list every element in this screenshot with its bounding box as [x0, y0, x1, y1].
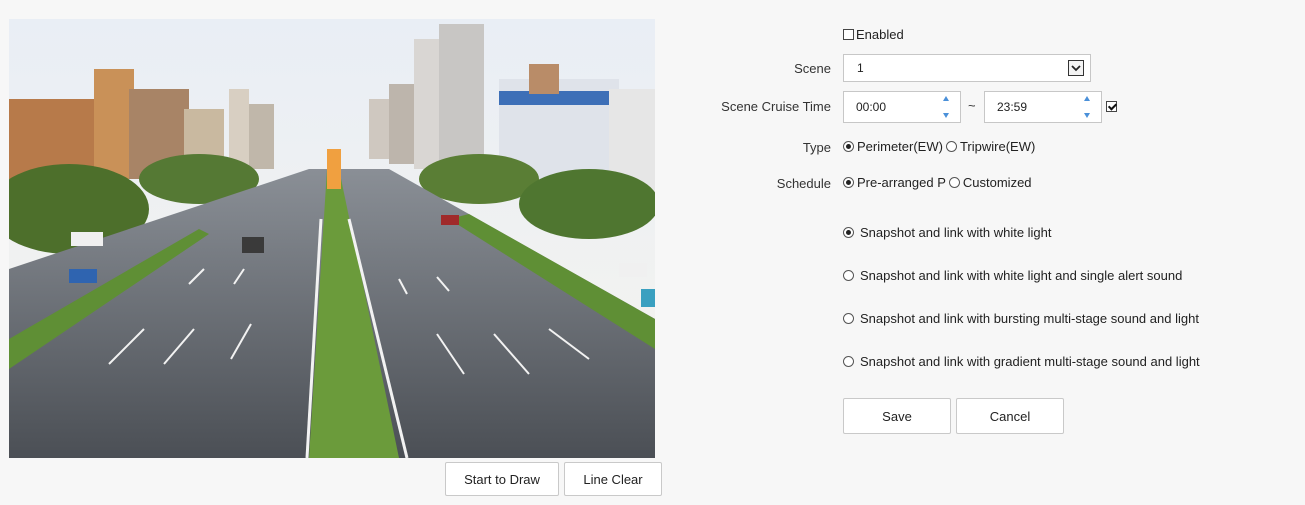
cancel-button[interactable]: Cancel [956, 398, 1064, 434]
linkage-radio-2[interactable] [843, 270, 854, 281]
cruise-time-label: Scene Cruise Time [721, 99, 831, 114]
schedule-options: Pre-arranged P Customized [843, 175, 1035, 190]
cruise-end-value: 23:59 [997, 100, 1028, 114]
linkage-option: Snapshot and link with bursting multi-st… [843, 311, 1202, 326]
schedule-option-label: Customized [962, 175, 1032, 190]
line-clear-button[interactable]: Line Clear [564, 462, 662, 496]
road-scene-image [9, 19, 655, 458]
linkage-option: Snapshot and link with gradient multi-st… [843, 354, 1203, 369]
spin-up-icon[interactable] [943, 96, 949, 101]
spin-down-icon[interactable] [943, 113, 949, 118]
linkage-option-label: Snapshot and link with white light [860, 225, 1052, 240]
enabled-label: Enabled [856, 27, 904, 42]
enabled-checkbox[interactable] [843, 29, 854, 40]
type-tripwire-radio[interactable] [945, 141, 957, 152]
time-spinner[interactable] [941, 96, 951, 118]
scene-select[interactable]: 1 [843, 54, 1091, 82]
schedule-option-label: Pre-arranged P [857, 175, 946, 190]
start-to-draw-button[interactable]: Start to Draw [445, 462, 559, 496]
linkage-option-label: Snapshot and link with white light and s… [860, 268, 1183, 283]
chevron-down-icon[interactable] [1068, 60, 1084, 76]
linkage-radio-4[interactable] [843, 356, 854, 367]
cruise-start-value: 00:00 [856, 100, 887, 114]
enabled-row: Enabled [843, 27, 904, 42]
type-label: Type [802, 140, 831, 155]
scene-value: 1 [857, 61, 864, 75]
schedule-prearranged-radio[interactable] [843, 177, 854, 188]
save-button[interactable]: Save [843, 398, 951, 434]
linkage-option: Snapshot and link with white light [843, 225, 1055, 240]
linkage-option-label: Snapshot and link with bursting multi-st… [860, 311, 1199, 326]
type-options: Perimeter(EW) Tripwire(EW) [843, 139, 1038, 154]
cruise-start-time-input[interactable]: 00:00 [843, 91, 961, 123]
type-option-label: Perimeter(EW) [857, 139, 943, 154]
linkage-radio-1[interactable] [843, 227, 854, 238]
spin-up-icon[interactable] [1084, 96, 1090, 101]
schedule-label: Schedule [776, 176, 831, 191]
type-perimeter-radio[interactable] [843, 141, 854, 152]
linkage-option: Snapshot and link with white light and s… [843, 268, 1185, 283]
time-separator: ~ [968, 98, 976, 113]
schedule-customized-radio[interactable] [948, 177, 960, 188]
camera-preview[interactable] [9, 19, 655, 458]
type-option-label: Tripwire(EW) [959, 139, 1036, 154]
cruise-end-time-input[interactable]: 23:59 [984, 91, 1102, 123]
linkage-option-label: Snapshot and link with gradient multi-st… [860, 354, 1200, 369]
scene-label: Scene [794, 61, 831, 76]
cruise-time-checkbox[interactable] [1106, 101, 1117, 112]
spin-down-icon[interactable] [1084, 113, 1090, 118]
time-spinner[interactable] [1082, 96, 1092, 118]
linkage-radio-3[interactable] [843, 313, 854, 324]
